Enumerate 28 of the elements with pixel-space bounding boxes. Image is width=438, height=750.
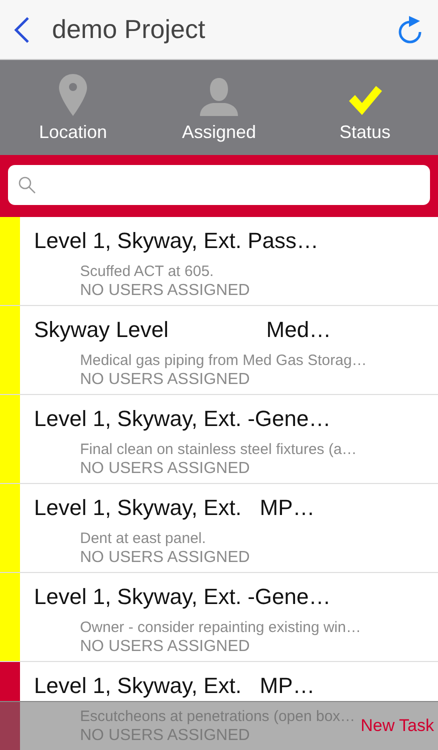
search-field[interactable] bbox=[8, 165, 430, 205]
new-task-button[interactable]: New Task bbox=[360, 716, 434, 736]
task-title: Level 1, Skyway, Ext. -Gene… bbox=[34, 405, 332, 433]
search-icon bbox=[18, 176, 36, 194]
task-title: Skyway Level Med… bbox=[34, 316, 332, 344]
task-assignees: NO USERS ASSIGNED bbox=[80, 548, 251, 568]
task-description: Scuffed ACT at 605. bbox=[80, 263, 215, 281]
task-description: Medical gas piping from Med Gas Storag… bbox=[80, 352, 367, 370]
location-pin-icon bbox=[59, 74, 87, 116]
task-title: Level 1, Skyway, Ext. Pass… bbox=[34, 227, 318, 255]
filter-tab[interactable]: Assigned bbox=[146, 60, 292, 155]
task-assignees: NO USERS ASSIGNED bbox=[80, 637, 251, 657]
filter-tab[interactable]: Status bbox=[292, 60, 438, 155]
filter-tab[interactable]: Location bbox=[0, 60, 146, 155]
task-title: Level 1, Skyway, Ext. MP… bbox=[34, 672, 316, 700]
page-title: demo Project bbox=[52, 14, 206, 45]
task-assignees: NO USERS ASSIGNED bbox=[80, 370, 251, 390]
task-description: Dent at east panel. bbox=[80, 530, 207, 548]
task-description: Owner - consider repainting existing win… bbox=[80, 619, 361, 637]
refresh-button[interactable] bbox=[396, 14, 424, 44]
task-assignees: NO USERS ASSIGNED bbox=[80, 459, 251, 479]
task-title: Level 1, Skyway, Ext. -Gene… bbox=[34, 583, 332, 611]
checkmark-icon bbox=[347, 84, 383, 116]
task-description: Final clean on stainless steel fixtures (a… bbox=[80, 441, 357, 459]
back-button[interactable] bbox=[14, 16, 30, 44]
task-title: Level 1, Skyway, Ext. MP… bbox=[34, 494, 315, 522]
person-icon bbox=[200, 78, 238, 116]
task-assignees: NO USERS ASSIGNED bbox=[80, 281, 251, 301]
